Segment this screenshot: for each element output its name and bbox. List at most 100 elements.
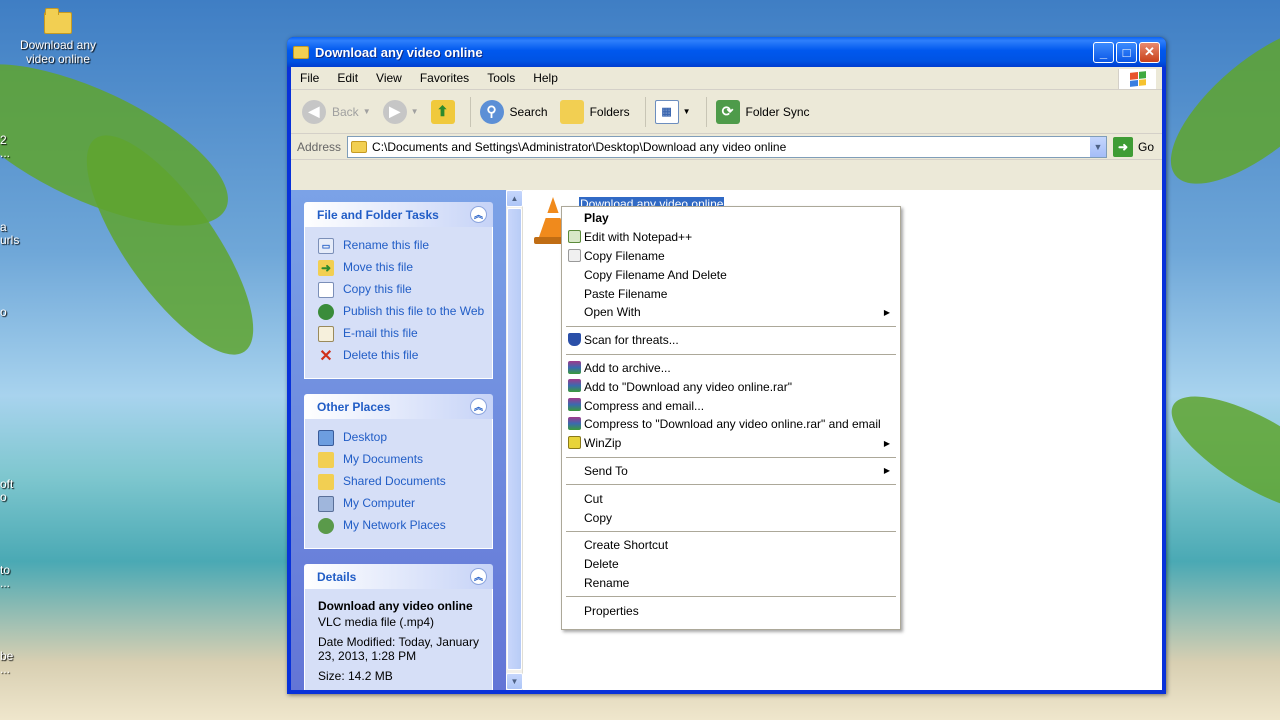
search-button[interactable]: ⚲ Search — [477, 94, 551, 130]
computer-icon — [318, 496, 334, 512]
task-label: E-mail this file — [343, 326, 418, 340]
panel-header[interactable]: File and Folder Tasks ︽ — [304, 202, 493, 227]
window-title: Download any video online — [315, 44, 483, 60]
details-name: Download any video online — [318, 599, 473, 613]
ctx-label: Rename — [584, 575, 630, 590]
collapse-chevron-icon[interactable]: ︽ — [470, 568, 487, 585]
address-dropdown-button[interactable]: ▼ — [1088, 136, 1106, 157]
place-my-documents[interactable]: My Documents — [318, 452, 486, 468]
menu-view[interactable]: View — [367, 67, 411, 90]
ctx-copy-filename-delete[interactable]: Copy Filename And Delete — [564, 265, 898, 284]
folder-icon — [293, 45, 309, 59]
task-label: Delete this file — [343, 348, 419, 362]
task-rename-file[interactable]: ▭ Rename this file — [318, 238, 486, 254]
title-bar[interactable]: Download any video online _ □ ✕ — [287, 37, 1166, 67]
place-shared-documents[interactable]: Shared Documents — [318, 474, 486, 490]
ctx-label: Send To — [584, 463, 628, 478]
delete-x-icon: ✕ — [319, 348, 333, 365]
task-publish-web[interactable]: Publish this file to the Web — [318, 304, 486, 320]
ctx-label: Create Shortcut — [584, 538, 669, 553]
search-icon: ⚲ — [479, 99, 504, 124]
address-input[interactable]: C:\Documents and Settings\Administrator\… — [347, 135, 1107, 158]
place-label: My Computer — [343, 496, 416, 510]
panel-title: File and Folder Tasks — [317, 207, 439, 222]
menu-separator — [566, 325, 896, 327]
ctx-delete[interactable]: Delete — [564, 555, 898, 574]
desktop-edge-label: o — [0, 305, 7, 319]
menu-tools[interactable]: Tools — [478, 67, 524, 90]
place-my-network-places[interactable]: My Network Places — [318, 518, 486, 534]
ctx-paste-filename[interactable]: Paste Filename — [564, 284, 898, 303]
ctx-add-to-rar[interactable]: Add to "Download any video online.rar" — [564, 377, 898, 396]
ctx-scan-threats[interactable]: Scan for threats... — [564, 331, 898, 350]
ctx-copy[interactable]: Copy — [564, 508, 898, 527]
ctx-rename[interactable]: Rename — [564, 574, 898, 593]
ctx-play[interactable]: Play — [564, 209, 898, 228]
folder-sync-button[interactable]: ⟳ Folder Sync — [713, 94, 813, 130]
vertical-scrollbar[interactable]: ▲ ▼ — [506, 190, 523, 690]
folder-icon — [351, 140, 368, 153]
winrar-icon — [568, 416, 581, 430]
minimize-button[interactable]: _ — [1093, 41, 1114, 63]
ctx-send-to[interactable]: Send To ▶ — [564, 462, 898, 481]
task-move-file[interactable]: ➜ Move this file — [318, 260, 486, 276]
winrar-icon — [568, 398, 581, 412]
ctx-add-archive[interactable]: Add to archive... — [564, 359, 898, 378]
maximize-button[interactable]: □ — [1116, 41, 1137, 63]
place-desktop[interactable]: Desktop — [318, 430, 486, 446]
menu-favorites[interactable]: Favorites — [411, 67, 478, 90]
shield-icon — [568, 332, 581, 346]
views-button[interactable]: ▦ ▼ — [652, 94, 694, 130]
desktop-folder-icon[interactable]: Download any video online — [14, 8, 102, 66]
panel-title: Other Places — [317, 399, 391, 414]
my-documents-icon — [318, 452, 334, 468]
collapse-chevron-icon[interactable]: ︽ — [470, 398, 487, 415]
panel-header[interactable]: Other Places ︽ — [304, 394, 493, 419]
other-places-panel: Other Places ︽ Desktop My Documents Shar… — [304, 394, 493, 549]
menu-file[interactable]: File — [291, 67, 328, 90]
panel-title: Details — [317, 569, 357, 584]
place-label: My Network Places — [343, 518, 446, 532]
folders-button[interactable]: Folders — [557, 94, 633, 130]
ctx-properties[interactable]: Properties — [564, 601, 898, 620]
scroll-thumb[interactable] — [507, 208, 522, 670]
menu-separator — [566, 484, 896, 486]
ctx-edit-notepad[interactable]: Edit with Notepad++ — [564, 228, 898, 247]
task-email-file[interactable]: E-mail this file — [318, 326, 486, 342]
up-folder-button[interactable]: ⬆ — [428, 94, 458, 130]
place-label: Shared Documents — [343, 474, 446, 488]
menu-edit[interactable]: Edit — [328, 67, 367, 90]
ctx-open-with[interactable]: Open With ▶ — [564, 303, 898, 322]
ctx-label: Compress and email... — [584, 398, 705, 413]
ctx-compress-rar-email[interactable]: Compress to "Download any video online.r… — [564, 415, 898, 434]
collapse-chevron-icon[interactable]: ︽ — [470, 206, 487, 223]
ctx-label: Copy Filename — [584, 248, 665, 263]
ctx-compress-email[interactable]: Compress and email... — [564, 396, 898, 415]
ctx-label: Compress to "Download any video online.r… — [584, 417, 881, 432]
ctx-create-shortcut[interactable]: Create Shortcut — [564, 536, 898, 555]
task-delete-file[interactable]: ✕ Delete this file — [318, 348, 486, 365]
place-my-computer[interactable]: My Computer — [318, 496, 486, 512]
scroll-down-button[interactable]: ▼ — [506, 673, 523, 690]
ctx-label: Delete — [584, 557, 619, 572]
close-button[interactable]: ✕ — [1139, 41, 1160, 63]
ctx-winzip[interactable]: WinZip ▶ — [564, 434, 898, 453]
rename-icon: ▭ — [318, 238, 334, 254]
file-folder-tasks-panel: File and Folder Tasks ︽ ▭ Rename this fil… — [304, 202, 493, 379]
task-copy-file[interactable]: Copy this file — [318, 282, 486, 298]
menu-help[interactable]: Help — [524, 67, 567, 90]
toolbar-separator — [705, 96, 707, 127]
panel-header[interactable]: Details ︽ — [304, 564, 493, 589]
scroll-up-button[interactable]: ▲ — [506, 190, 523, 207]
folder-sync-label: Folder Sync — [745, 104, 810, 119]
winrar-icon — [568, 379, 581, 393]
chevron-down-icon: ▼ — [362, 107, 371, 116]
ctx-copy-filename[interactable]: Copy Filename — [564, 247, 898, 266]
forward-button[interactable]: ▶ ▼ — [380, 94, 422, 130]
go-button[interactable]: ➜ Go — [1107, 136, 1162, 157]
back-button[interactable]: ◀ Back ▼ — [299, 94, 374, 130]
details-modified: Date Modified: Today, January 23, 2013, … — [318, 635, 479, 663]
place-label: Desktop — [343, 430, 388, 444]
folders-icon — [559, 99, 584, 124]
ctx-cut[interactable]: Cut — [564, 489, 898, 508]
